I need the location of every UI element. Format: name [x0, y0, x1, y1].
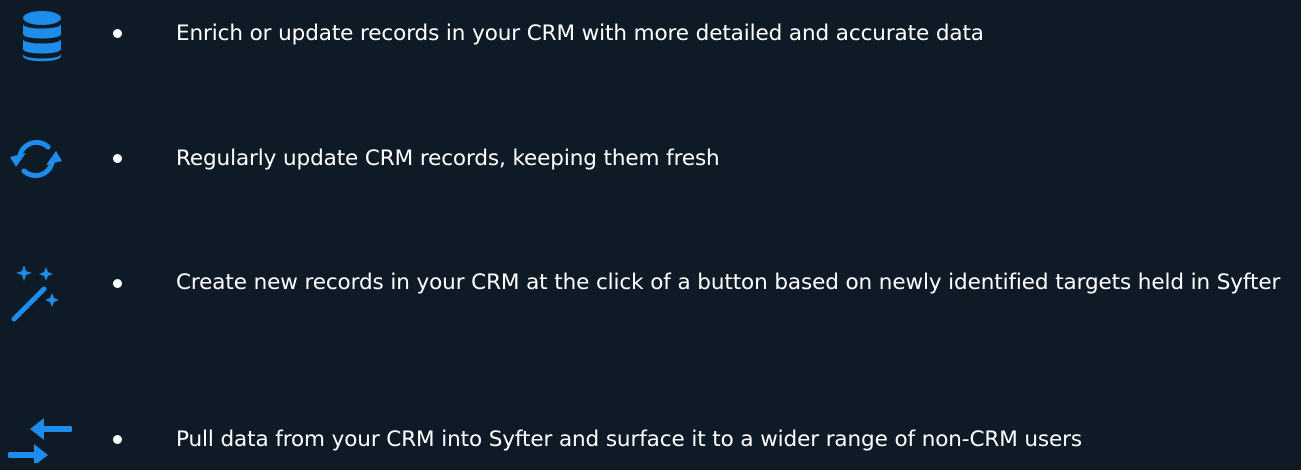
- bullet-dot: [113, 435, 122, 444]
- arrows-exchange-icon: [0, 400, 72, 470]
- magic-wand-icon: [0, 245, 70, 322]
- feature-text: Enrich or update records in your CRM wit…: [176, 21, 984, 46]
- bullet-dot: [113, 29, 122, 38]
- feature-text: Create new records in your CRM at the cl…: [176, 270, 1281, 295]
- bullet-dot: [113, 279, 122, 288]
- bullet-dot: [113, 154, 122, 163]
- database-icon: [0, 0, 70, 70]
- feature-text: Pull data from your CRM into Syfter and …: [176, 427, 1083, 452]
- sync-icon: [0, 120, 70, 190]
- feature-text: Regularly update CRM records, keeping th…: [176, 146, 720, 171]
